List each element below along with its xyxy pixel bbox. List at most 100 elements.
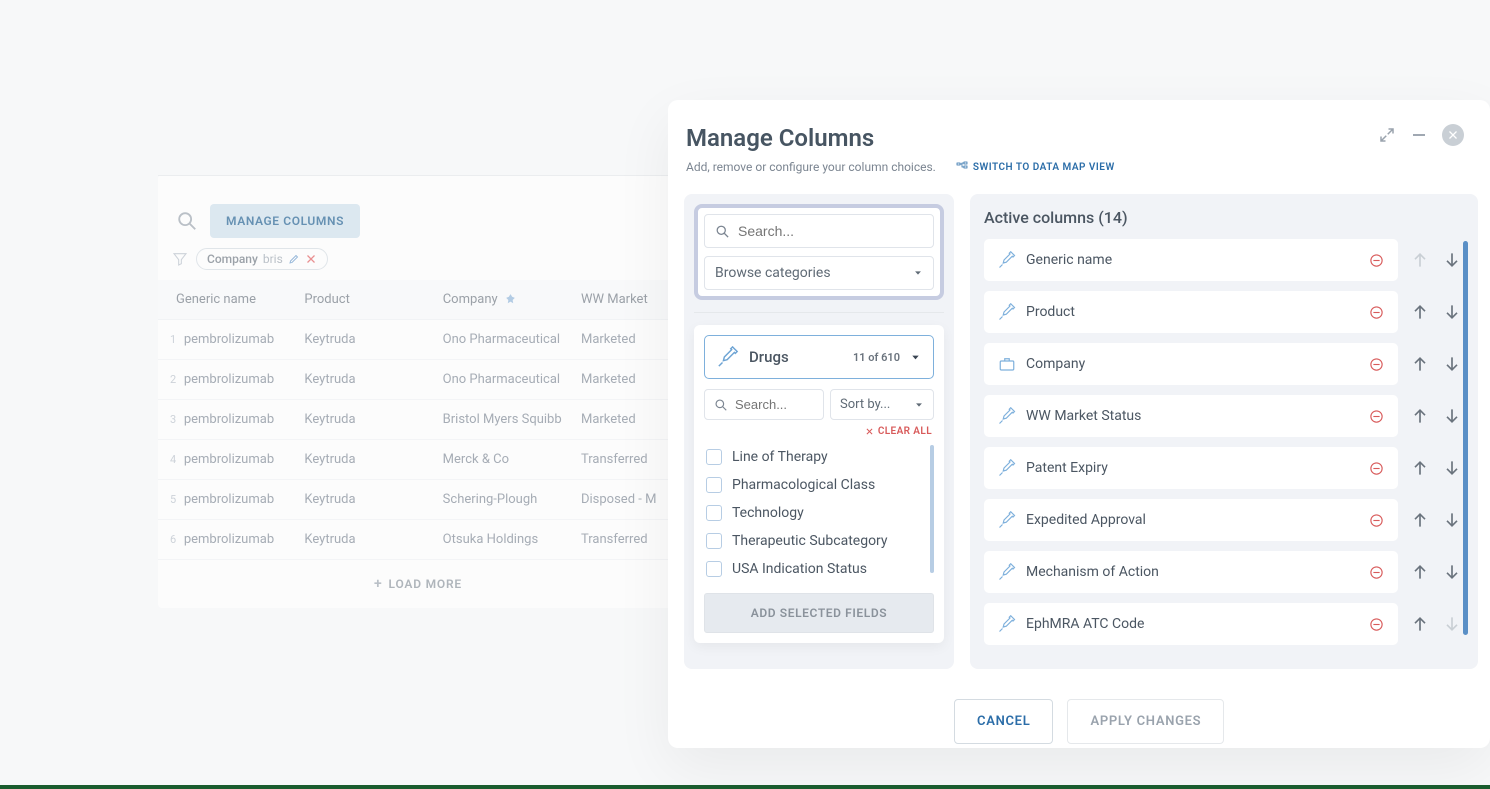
move-down-button[interactable] (1442, 510, 1462, 530)
remove-filter-icon[interactable] (305, 253, 317, 265)
checkbox[interactable] (706, 477, 722, 493)
checkbox[interactable] (706, 449, 722, 465)
apply-changes-button[interactable]: APPLY CHANGES (1067, 699, 1224, 744)
filter-icon[interactable] (172, 251, 188, 267)
filter-chip-company[interactable]: Company bris (196, 248, 328, 270)
syringe-icon (998, 459, 1016, 477)
remove-column-icon[interactable] (1369, 461, 1384, 476)
move-down-button[interactable] (1442, 354, 1462, 374)
move-down-button[interactable] (1442, 562, 1462, 582)
cell-generic: pembrolizumab (184, 452, 305, 467)
field-search-box[interactable] (704, 214, 934, 248)
manage-columns-button[interactable]: MANAGE COLUMNS (210, 204, 360, 238)
remove-column-icon[interactable] (1369, 409, 1384, 424)
active-column-pill[interactable]: Product (984, 291, 1398, 333)
results-table: MANAGE COLUMNS Company bris Generic name… (158, 175, 678, 608)
active-column-label: Mechanism of Action (1026, 564, 1359, 580)
cell-generic: pembrolizumab (184, 412, 305, 427)
cell-ww: Marketed (581, 332, 660, 347)
sort-select[interactable]: Sort by... (830, 389, 934, 420)
col-header-generic[interactable]: Generic name (176, 292, 304, 307)
col-header-product[interactable]: Product (304, 292, 442, 307)
field-option[interactable]: Line of Therapy (704, 443, 926, 471)
active-column-pill[interactable]: Patent Expiry (984, 447, 1398, 489)
col-header-ww[interactable]: WW Market (581, 292, 660, 307)
switch-view-label: SWITCH TO DATA MAP VIEW (973, 162, 1115, 173)
active-column-pill[interactable]: Generic name (984, 239, 1398, 281)
move-up-button[interactable] (1410, 614, 1430, 634)
load-more-button[interactable]: +LOAD MORE (158, 560, 678, 608)
table-row[interactable]: 3pembrolizumabKeytrudaBristol Myers Squi… (158, 400, 678, 440)
move-up-button[interactable] (1410, 354, 1430, 374)
cell-ww: Marketed (581, 372, 660, 387)
table-row[interactable]: 6pembrolizumabKeytrudaOtsuka HoldingsTra… (158, 520, 678, 560)
table-row[interactable]: 5pembrolizumabKeytrudaSchering-PloughDis… (158, 480, 678, 520)
browse-categories-select[interactable]: Browse categories (704, 256, 934, 290)
cell-company: Schering-Plough (443, 492, 581, 507)
field-label: Technology (732, 505, 804, 521)
cell-generic: pembrolizumab (184, 332, 305, 347)
active-column-pill[interactable]: Expedited Approval (984, 499, 1398, 541)
move-down-button[interactable] (1442, 406, 1462, 426)
checkbox[interactable] (706, 561, 722, 577)
filter-chip-value: bris (263, 252, 283, 266)
active-column-pill[interactable]: WW Market Status (984, 395, 1398, 437)
remove-column-icon[interactable] (1369, 357, 1384, 372)
col-header-company[interactable]: Company (443, 292, 581, 307)
field-search-input[interactable] (738, 223, 923, 239)
cancel-button[interactable]: CANCEL (954, 699, 1053, 744)
close-icon (1447, 129, 1459, 141)
move-up-button[interactable] (1410, 510, 1430, 530)
active-column-label: EphMRA ATC Code (1026, 616, 1359, 632)
move-down-button[interactable] (1442, 302, 1462, 322)
field-option[interactable]: Technology (704, 499, 926, 527)
field-option[interactable]: USA Indication Status (704, 555, 926, 583)
active-column-pill[interactable]: Mechanism of Action (984, 551, 1398, 593)
category-header[interactable]: Drugs 11 of 610 (704, 335, 934, 379)
active-column-pill[interactable]: Company (984, 343, 1398, 385)
move-up-button[interactable] (1410, 302, 1430, 322)
pin-icon[interactable] (504, 293, 517, 306)
minimize-icon[interactable] (1410, 126, 1428, 144)
remove-column-icon[interactable] (1369, 617, 1384, 632)
clear-all-link[interactable]: CLEAR ALL (704, 426, 932, 437)
move-up-button[interactable] (1410, 406, 1430, 426)
category-search-input[interactable] (735, 397, 814, 412)
category-card-drugs: Drugs 11 of 610 Sort by... (694, 325, 944, 643)
move-up-button[interactable] (1410, 458, 1430, 478)
chevron-down-icon (910, 352, 921, 363)
chevron-down-icon (913, 268, 923, 278)
remove-column-icon[interactable] (1369, 305, 1384, 320)
table-header-row: Generic name Product Company WW Market (158, 280, 678, 320)
category-search-box[interactable] (704, 389, 824, 420)
table-row[interactable]: 4pembrolizumabKeytrudaMerck & CoTransfer… (158, 440, 678, 480)
active-column-pill[interactable]: EphMRA ATC Code (984, 603, 1398, 645)
cell-ww: Transferred (581, 452, 660, 467)
move-up-button[interactable] (1410, 562, 1430, 582)
field-option[interactable]: Pharmacological Class (704, 471, 926, 499)
close-button[interactable] (1442, 124, 1464, 146)
search-icon[interactable] (176, 210, 198, 232)
active-column-label: Product (1026, 304, 1359, 320)
table-row[interactable]: 1pembrolizumabKeytrudaOno Pharmaceutical… (158, 320, 678, 360)
move-down-button[interactable] (1442, 250, 1462, 270)
move-down-button[interactable] (1442, 458, 1462, 478)
syringe-icon (998, 511, 1016, 529)
switch-view-link[interactable]: SWITCH TO DATA MAP VIEW (956, 161, 1115, 173)
expand-icon[interactable] (1378, 126, 1396, 144)
add-selected-fields-button[interactable]: ADD SELECTED FIELDS (704, 593, 934, 633)
edit-icon[interactable] (288, 253, 300, 265)
field-option[interactable]: Therapeutic Subcategory (704, 527, 926, 555)
remove-column-icon[interactable] (1369, 253, 1384, 268)
field-label: Therapeutic Subcategory (732, 533, 888, 549)
table-row[interactable]: 2pembrolizumabKeytrudaOno Pharmaceutical… (158, 360, 678, 400)
active-column-row: EphMRA ATC Code (984, 603, 1462, 645)
remove-column-icon[interactable] (1369, 513, 1384, 528)
available-fields-panel: Browse categories Drugs 11 of 610 (684, 194, 954, 669)
checkbox[interactable] (706, 505, 722, 521)
checkbox[interactable] (706, 533, 722, 549)
cell-product: Keytruda (304, 452, 442, 467)
remove-column-icon[interactable] (1369, 565, 1384, 580)
active-column-row: Expedited Approval (984, 499, 1462, 541)
cell-company: Ono Pharmaceutical (443, 332, 581, 347)
